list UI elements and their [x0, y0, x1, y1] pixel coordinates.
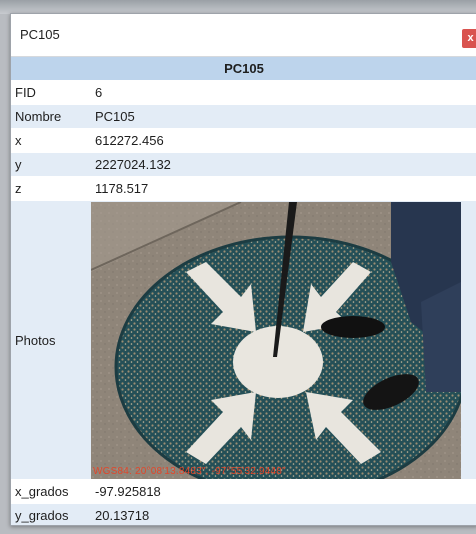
field-value: 20.13718 — [91, 503, 476, 525]
field-name: Nombre — [11, 104, 91, 129]
field-photo[interactable]: WGS84: 20°08'13.8483", -97°55'32.9448" — [91, 201, 461, 479]
table-row-photos: Photos WGS84: 20°08'13.8483", -97°55'32.… — [11, 200, 476, 480]
table-row: y_grados 20.13718 — [11, 503, 476, 525]
gps-stamp: WGS84: 20°08'13.8483", -97°55'32.9448" — [93, 465, 286, 477]
field-name: x_grados — [11, 479, 91, 504]
field-name: Photos — [11, 200, 91, 480]
table-row: x_grados -97.925818 — [11, 479, 476, 504]
field-value: 1178.517 — [91, 176, 476, 201]
field-value: -97.925818 — [91, 479, 476, 504]
table-row: Nombre PC105 — [11, 104, 476, 129]
desktop-backdrop — [0, 0, 476, 14]
field-name: x — [11, 128, 91, 153]
table-header: PC105 — [11, 57, 476, 81]
popup-titlebar[interactable]: PC105 x — [11, 14, 476, 57]
field-name: y_grados — [11, 503, 91, 525]
field-value: 6 — [91, 80, 476, 105]
field-name: y — [11, 152, 91, 177]
photo-image — [91, 201, 461, 479]
field-name: FID — [11, 80, 91, 105]
field-name: z — [11, 176, 91, 201]
field-value: PC105 — [91, 104, 476, 129]
attribute-table: PC105 FID 6 Nombre PC105 x 612272.456 y … — [11, 57, 476, 525]
table-row: z 1178.517 — [11, 176, 476, 201]
table-row: x 612272.456 — [11, 128, 476, 153]
table-header-row: PC105 — [11, 57, 476, 81]
close-button[interactable]: x — [462, 29, 476, 48]
field-value: 2227024.132 — [91, 152, 476, 177]
photo-cell: WGS84: 20°08'13.8483", -97°55'32.9448" — [91, 200, 476, 480]
popup-title: PC105 — [20, 27, 60, 42]
table-row: y 2227024.132 — [11, 152, 476, 177]
feature-popup-window: PC105 x PC105 FID 6 Nombre PC105 x 61227… — [10, 13, 476, 526]
table-row: FID 6 — [11, 80, 476, 105]
field-value: 612272.456 — [91, 128, 476, 153]
